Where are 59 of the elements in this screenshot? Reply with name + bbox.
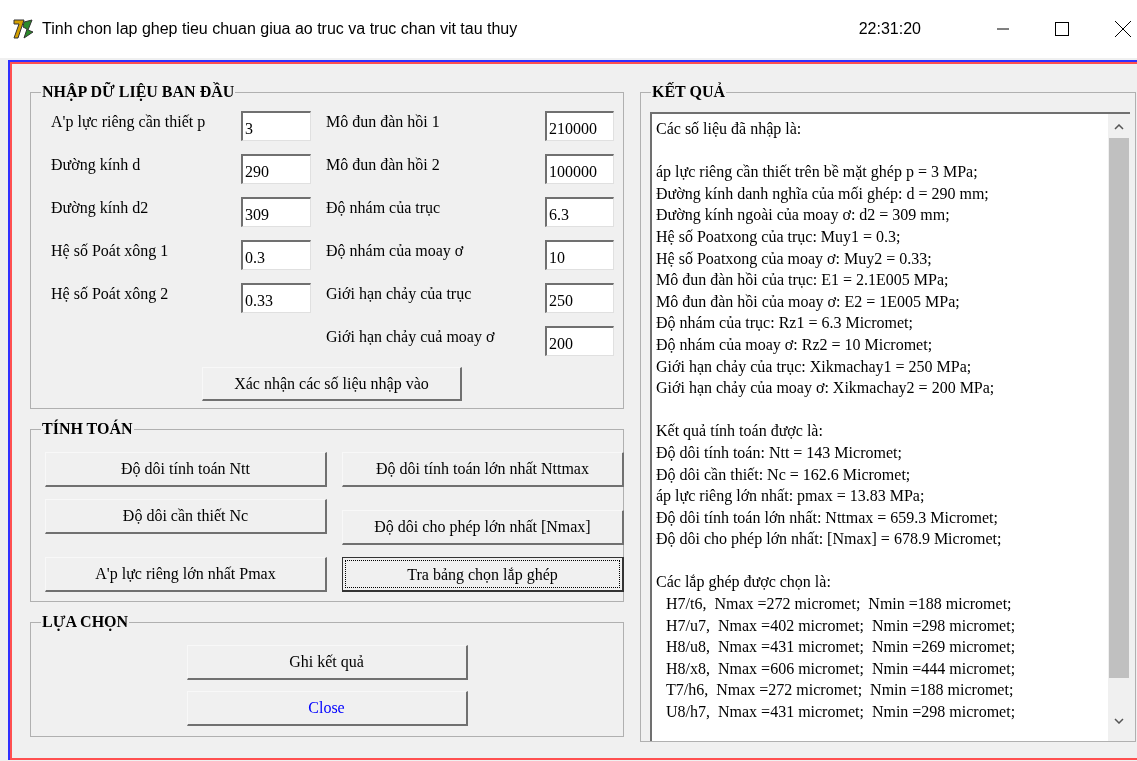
- result-line: Các số liệu đã nhập là:: [656, 119, 803, 140]
- result-line: Độ dôi cho phép lớn nhất: [Nmax] = 678.9 Micromet;: [656, 529, 1003, 550]
- result-line: Đường kính ngoài của moay ơ: d2 = 309 mm;: [656, 205, 951, 226]
- result-line: H7/u7, Nmax =402 micromet; Nmin =298 micromet;: [665, 615, 1017, 636]
- field-label: Đường kính d: [51, 155, 142, 176]
- field-label: Mô đun đàn hồi 2: [326, 155, 441, 175]
- result-line: H8/u8, Nmax =431 micromet; Nmin =269 micromet;: [665, 637, 1017, 658]
- result-line: H8/x8, Nmax =606 micromet; Nmin =444 micromet;: [665, 658, 1017, 679]
- result-line: Giới hạn chảy của moay ơ: Xikmachay2 = 200 MPa;: [656, 378, 996, 399]
- field-label: Giới hạn chảy của trục: [326, 284, 473, 305]
- window-title: Tinh chon lap ghep tieu chuan giua ao truc va truc chan vit tau thuy: [42, 19, 518, 39]
- result-line: H7/t6, Nmax =272 micromet; Nmin =188 micromet;: [665, 594, 1013, 615]
- field-label: Mô đun đàn hồi 1: [326, 112, 441, 132]
- calc-button[interactable]: Độ dôi tính toán lớn nhất Nttmax: [342, 452, 624, 487]
- confirm-button[interactable]: Xác nhận các số liệu nhập vào: [202, 367, 462, 401]
- result-line: Độ nhám của moay ơ: Rz2 = 10 Micromet;: [656, 334, 934, 356]
- result-line: Mô đun đàn hồi của moay ơ: E2 = 1E005 MPa;: [656, 291, 961, 313]
- input-field[interactable]: 290: [241, 154, 311, 184]
- result-line: áp lực riêng lớn nhất: pmax = 13.83 MPa;: [656, 486, 926, 507]
- field-label: Giới hạn chảy cuả moay ơ: [326, 327, 496, 348]
- input-field[interactable]: 210000: [545, 111, 614, 141]
- result-line: Độ dôi tính toán: Ntt = 143 Micromet;: [656, 442, 903, 463]
- input-field[interactable]: 200: [545, 326, 614, 356]
- calc-button[interactable]: Độ dôi cần thiết Nc: [45, 499, 327, 534]
- calc-button[interactable]: Độ dôi cho phép lớn nhất [Nmax]: [342, 510, 624, 545]
- input-field[interactable]: 0.33: [241, 283, 311, 313]
- input-field[interactable]: 250: [545, 283, 614, 313]
- field-label: A'p lực riêng cần thiết p: [51, 112, 207, 133]
- field-label: Độ nhám của moay ơ: [326, 241, 465, 262]
- result-line: Mô đun đàn hồi của trục: E1 = 2.1E005 MPa;: [656, 270, 950, 291]
- input-field[interactable]: 100000: [545, 154, 614, 184]
- calc-button[interactable]: Độ dôi tính toán Ntt: [45, 452, 327, 487]
- result-line: Hệ số Poatxong của trục: Muy1 = 0.3;: [656, 226, 902, 248]
- result-line: Độ dôi cần thiết: Nc = 162.6 Micromet;: [656, 464, 912, 485]
- result-line: Hệ số Poatxong của moay ơ: Muy2 = 0.33;: [656, 248, 933, 270]
- save-button[interactable]: Ghi kết quả: [186, 645, 468, 680]
- input-field[interactable]: 309: [241, 197, 311, 227]
- result-line: U8/h7, Nmax =431 micromet; Nmin =298 micromet;: [665, 702, 1017, 723]
- clock-text: 22:31:20: [858, 19, 921, 39]
- close-button[interactable]: Close: [186, 691, 468, 726]
- calc-button[interactable]: Tra bảng chọn lắp ghép: [342, 557, 624, 592]
- result-line: Các lắp ghép được chọn là:: [656, 572, 832, 593]
- field-label: Hệ số Poát xông 1: [51, 241, 170, 262]
- field-label: Hệ số Poát xông 2: [51, 284, 170, 305]
- result-line: Giới hạn chảy của trục: Xikmachay1 = 250 MPa;: [656, 356, 973, 378]
- result-line: Đường kính danh nghĩa của mối ghép: d = 290 mm;: [656, 183, 990, 205]
- calc-button[interactable]: A'p lực riêng lớn nhất Pmax: [45, 557, 327, 592]
- result-line: Độ nhám của trục: Rz1 = 6.3 Micromet;: [656, 313, 914, 334]
- input-field[interactable]: 3: [241, 111, 311, 141]
- input-field[interactable]: 6.3: [545, 197, 614, 227]
- input-field[interactable]: 10: [545, 240, 614, 270]
- field-label: Độ nhám của trục: [326, 198, 442, 218]
- input-field[interactable]: 0.3: [241, 240, 311, 270]
- result-line: Độ dôi tính toán lớn nhất: Nttmax = 659.3 Micromet;: [656, 507, 999, 528]
- result-line: Kết quả tính toán được là:: [656, 421, 824, 442]
- result-line: áp lực riêng cần thiết trên bề mặt ghép p = 3 MPa;: [656, 162, 979, 183]
- group-title: NHẬP DỮ LIỆU BAN ĐẦU: [41, 80, 236, 104]
- result-line: T7/h6, Nmax =272 micromet; Nmin =188 micromet;: [665, 680, 1015, 701]
- field-label: Đường kính d2: [51, 198, 150, 219]
